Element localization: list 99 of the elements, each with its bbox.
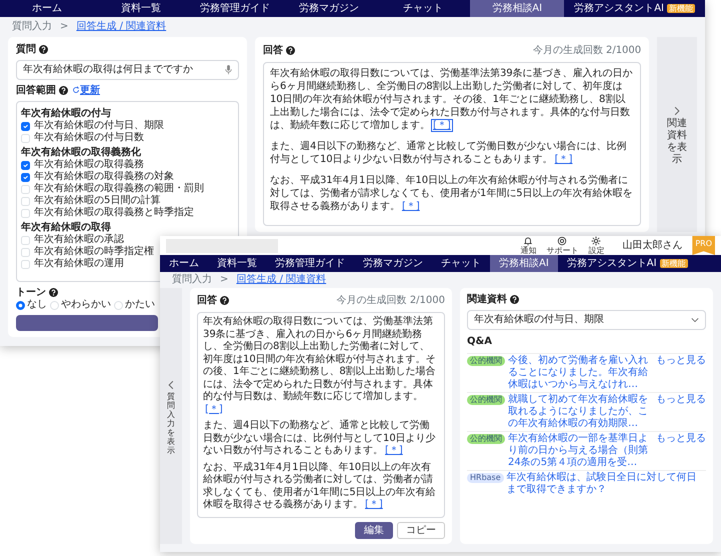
breadcrumb-item[interactable]: 回答生成 / 関連資料 <box>76 21 166 33</box>
checkbox[interactable] <box>21 122 30 130</box>
checkbox-label[interactable]: 年次有給休暇の付与日、期限 <box>34 120 164 132</box>
radio-label[interactable]: なし <box>27 299 47 311</box>
checkbox-label[interactable]: 年次有給休暇の5日間の計算 <box>34 195 160 207</box>
source-tag: 公的機関 <box>467 434 505 444</box>
breadcrumb-item[interactable]: 回答生成 / 関連資料 <box>236 274 326 286</box>
checkbox-label[interactable]: 年次有給休暇の取得義務と時季指定 <box>34 207 194 219</box>
bell-icon <box>523 236 534 246</box>
nav-tab[interactable]: 資料一覧 <box>94 0 188 17</box>
settings-icon <box>591 236 602 246</box>
breadcrumb-separator: > <box>220 274 228 286</box>
nav-tab[interactable]: 労務管理ガイド <box>188 0 282 17</box>
answer-paragraph: また、週4日以下の勤務など、通常と比較して労働日数が少ない場合には、比例付与として10日より少ない日数が付与されることもあります。 [＊] <box>270 140 628 166</box>
breadcrumb-separator: > <box>60 21 68 33</box>
citation-link[interactable]: [＊] <box>205 404 223 414</box>
field-label: 回答 <box>262 44 283 57</box>
nav-tab[interactable]: チャット <box>432 255 490 272</box>
radio-label[interactable]: かたい <box>125 299 155 311</box>
more-link[interactable]: もっと見る <box>656 433 706 445</box>
breadcrumb-item: 質問入力 <box>12 21 52 33</box>
header-action-button[interactable]: サポート <box>546 236 578 255</box>
side-panel-toggle[interactable]: 質問入力を表示 <box>160 288 182 544</box>
help-icon <box>220 296 229 305</box>
answer-paragraph: また、週4日以下の勤務など、通常と比較して労働日数が少ない場合には、比例付与として10日より少ない日数が付与されることもあります。 [＊] <box>203 420 437 458</box>
section-heading: Q&A <box>467 335 493 349</box>
header-action-button[interactable]: 設定 <box>588 236 604 255</box>
microphone-icon <box>224 65 232 75</box>
more-link[interactable]: もっと見る <box>656 355 706 367</box>
source-tag: 公的機関 <box>467 395 505 405</box>
generation-counter: 今月の生成回数 2/1000 <box>336 294 445 308</box>
action-button[interactable]: 編集 <box>355 522 393 539</box>
answer-paragraph: なお、平成31年4月1日以降、年10日以上の年次有給休暇が付与される労働者に対しては、労働者が請求しなくても、使用者が1年間に5日以上の年次有給休暇を取得させる義務があります。 [＊] <box>203 462 437 512</box>
checkbox-label[interactable]: 年次有給休暇の取得義務の範囲・罰則 <box>34 183 204 195</box>
user-name[interactable]: 山田太郎さん <box>622 238 682 253</box>
answer-paragraph: 年次有給休暇の取得日数については、労働基準法第39条に基づき、雇入れの日から6ヶ月間継続勤務し、全労働日の8割以上出勤した労働者に対して、初年度は10日間の年次有給休暇が付与されます。その後、1年ごとに継続勤務し、8割以上出勤した場合には、法令で定められた日数が付与されます。具体的な付与日数は、勤続年数に応じて増加します。 [＊] <box>203 316 437 416</box>
source-tag: 公的機関 <box>467 356 505 366</box>
checkbox[interactable] <box>21 172 30 182</box>
new-badge: 新機能 <box>666 4 695 13</box>
help-icon <box>39 45 48 54</box>
nav-tab[interactable]: 資料一覧 <box>208 255 266 272</box>
source-tag: HRbase <box>467 473 504 483</box>
nav-tab[interactable]: ホーム <box>0 0 94 17</box>
help-icon <box>286 46 295 55</box>
citation-link[interactable]: [＊] <box>554 154 572 165</box>
help-icon <box>510 295 519 304</box>
qa-link[interactable]: 就職して初めて年次有給休暇を取れるようになりましたが、この年次有給休暇の有効期限… <box>508 394 653 430</box>
nav-tab[interactable]: 労務管理ガイド <box>266 255 354 272</box>
nav-tab[interactable]: 労務マガジン <box>354 255 432 272</box>
nav-tab[interactable]: 労務相談AI <box>490 255 558 272</box>
answer-paragraph: 年次有給休暇の取得日数については、労働基準法第39条に基づき、雇入れの日から6ヶ月間継続勤務し、全労働日の8割以上出勤した労働者に対して、初年度は10日間の年次有給休暇が付与されます。その後、1年ごとに継続勤務し、8割以上出勤した場合には、法令で定められた日数が付与されます。具体的な付与日数は、勤続年数に応じて増加します。 [＊] <box>270 67 634 132</box>
field-label: 回答 <box>197 294 217 307</box>
field-label: 関連資料 <box>467 293 507 306</box>
nav-tab[interactable]: 労務アシスタントAI 新機能 <box>564 0 705 17</box>
lifebuoy-icon <box>557 236 568 246</box>
nav-tab[interactable]: 労務マガジン <box>282 0 376 17</box>
citation-link[interactable]: [＊] <box>365 499 383 510</box>
qa-link[interactable]: 今後、初めて労働者を雇い入れることになりました。年次有給休暇はいつから与えなけれ… <box>508 355 653 391</box>
qa-link[interactable]: 年次有給休暇の一部を基準日より前の日から与える場合（則第24条の5第４項の適用を受… <box>508 433 653 469</box>
checkbox-label[interactable]: 年次有給休暇の取得義務の対象 <box>34 171 174 183</box>
nav-tab[interactable]: ホーム <box>160 255 208 272</box>
group-heading: 年次有給休暇の取得 <box>21 221 112 234</box>
checkbox-label[interactable]: 年次有給休暇の承認 <box>34 234 124 246</box>
nav-tab[interactable]: チャット <box>376 0 470 17</box>
checkbox-label[interactable]: 年次有給休暇の運用 <box>34 258 124 270</box>
help-icon <box>49 288 58 297</box>
citation-link[interactable]: [＊] <box>432 120 452 131</box>
checkbox[interactable] <box>21 160 30 170</box>
radio-button[interactable] <box>16 300 25 310</box>
refresh-link[interactable]: 更新 <box>72 84 100 97</box>
more-link[interactable]: もっと見る <box>656 394 706 406</box>
question-field[interactable]: 年次有給休暇の取得は何日までですか <box>16 60 239 80</box>
field-label: 回答範囲 <box>16 84 56 97</box>
plan-badge: PRO <box>692 236 715 255</box>
header-action-button[interactable]: 通知 <box>520 236 536 255</box>
related-select[interactable]: 年次有給休暇の付与日、期限 <box>467 310 706 330</box>
generation-counter: 今月の生成回数 2/1000 <box>532 44 642 58</box>
breadcrumb-item: 質問入力 <box>172 274 212 286</box>
citation-link[interactable]: [＊] <box>385 445 403 456</box>
refresh-icon <box>72 86 80 94</box>
field-label: トーン <box>16 286 46 299</box>
checkbox-label[interactable]: 年次有給休暇の取得義務 <box>34 159 144 171</box>
checkbox-label[interactable]: 年次有給休暇の付与日数 <box>34 132 144 144</box>
citation-link[interactable]: [＊] <box>402 201 420 212</box>
nav-tab[interactable]: 労務アシスタントAI 新機能 <box>558 255 697 272</box>
side-panel-toggle[interactable]: 関連資料を表示 <box>657 37 697 232</box>
submit-button[interactable] <box>16 315 158 331</box>
action-button[interactable]: コピー <box>397 522 445 539</box>
caret-icon <box>691 317 699 323</box>
group-heading: 年次有給休暇の付与 <box>21 107 112 120</box>
answer-paragraph: なお、平成31年4月1日以降、年10日以上の年次有給休暇が付与される労働者に対しては、労働者が請求しなくても、使用者が1年間に5日以上の年次有給休暇を取得させる義務があります。 [＊] <box>270 174 634 213</box>
help-icon <box>59 86 68 95</box>
group-heading: 年次有給休暇の取得義務化 <box>21 146 142 159</box>
field-label: 質問 <box>16 43 36 56</box>
new-badge: 新機能 <box>660 259 688 268</box>
checkbox-label[interactable]: 年次有給休暇の時季指定権 <box>34 246 154 258</box>
nav-tab[interactable]: 労務相談AI <box>470 0 564 17</box>
radio-label[interactable]: やわらかい <box>61 299 111 311</box>
qa-link[interactable]: 年次有給休暇は、試験日全日に対して何日まで取得できますか？ <box>506 472 706 496</box>
